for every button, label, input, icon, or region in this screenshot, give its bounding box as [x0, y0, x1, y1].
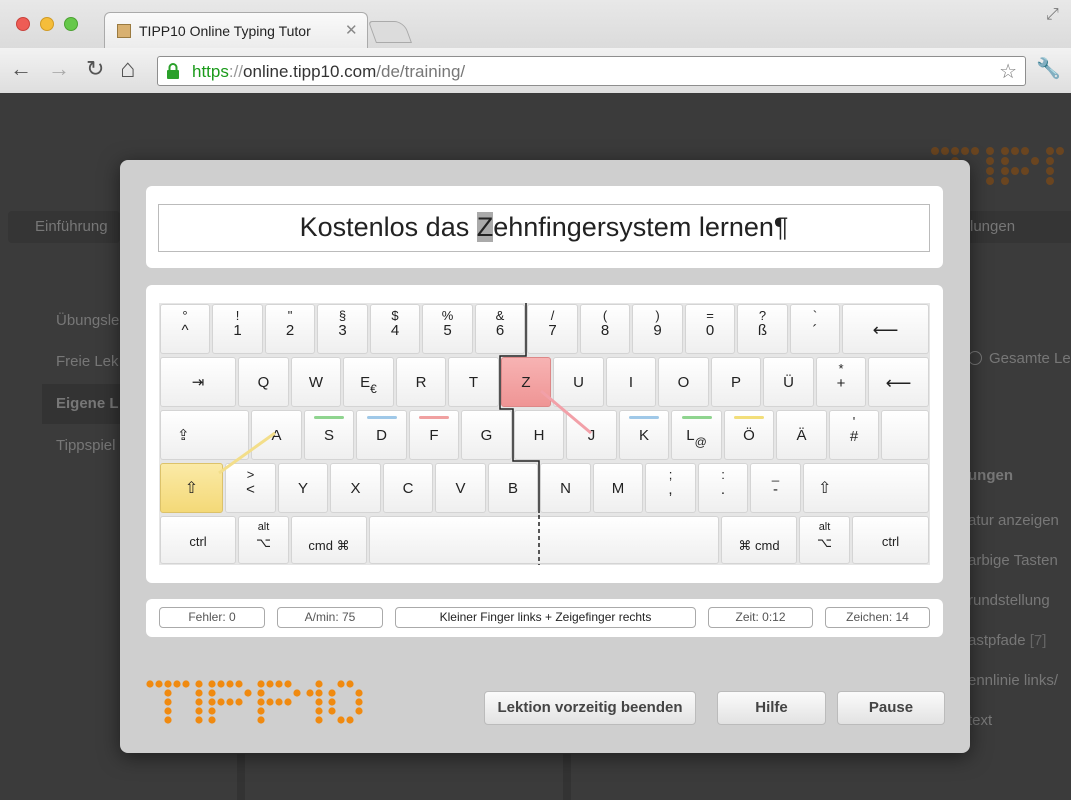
bg-menu-item: Tippspiel: [56, 437, 116, 454]
bg-menu-item: Übungsle: [56, 312, 120, 329]
tipp10-logo: [146, 680, 363, 724]
minimize-window-button[interactable]: [40, 17, 54, 31]
finger-path-left: [218, 431, 276, 475]
hand-divider-line: [218, 303, 592, 565]
reload-icon[interactable]: ↻: [86, 56, 104, 82]
close-window-button[interactable]: [16, 17, 30, 31]
typing-trainer-dialog: Kostenlos das Zehnfingersystem lernen¶ °…: [120, 160, 970, 753]
finger-hint: Kleiner Finger links + Zeigefinger recht…: [395, 607, 696, 628]
bg-column-line: [237, 754, 245, 800]
bg-radio-icon: [968, 351, 982, 365]
bg-menu-item: Freie Lek: [56, 353, 119, 370]
time-counter: Zeit: 0:12: [708, 607, 813, 628]
address-bar[interactable]: https://online.tipp10.com/de/training/ ☆: [157, 56, 1026, 86]
end-lesson-button[interactable]: Lektion vorzeitig beenden: [484, 691, 696, 725]
browser-toolbar: ← → ↻ ⌂ https://online.tipp10.com/de/tra…: [0, 48, 1071, 93]
lesson-text-panel: Kostenlos das Zehnfingersystem lernen¶: [146, 186, 943, 268]
bg-column-line: [563, 754, 571, 800]
back-icon[interactable]: ←: [10, 56, 32, 82]
bg-menu-item: Eigene L: [56, 395, 119, 412]
pause-button[interactable]: Pause: [837, 691, 945, 725]
browser-tab[interactable]: TIPP10 Online Typing Tutor ✕: [104, 12, 368, 48]
lesson-text: Kostenlos das Zehnfingersystem lernen¶: [299, 212, 789, 242]
speed-counter: A/min: 75: [277, 607, 383, 628]
virtual-keyboard: ° ^ ! 1 " 2 § 3 $4 % 5 & 6 /7 (8 ) 9 = 0 ? ß ` ´ ⟵…: [159, 303, 930, 565]
current-char: Z: [476, 212, 494, 242]
tab-close-icon[interactable]: ✕: [345, 21, 358, 39]
bg-right-item: astpfade [7]: [968, 632, 1047, 649]
bg-right-heading: ungen: [968, 467, 1013, 484]
home-icon[interactable]: ⌂: [120, 53, 136, 84]
favicon-icon: [117, 24, 131, 38]
bg-right-item: text: [968, 712, 993, 729]
chars-counter: Zeichen: 14: [825, 607, 930, 628]
keyboard-panel: ° ^ ! 1 " 2 § 3 $4 % 5 & 6 /7 (8 ) 9 = 0 ? ß ` ´ ⟵…: [146, 285, 943, 583]
lock-icon: [167, 63, 179, 79]
zoom-window-button[interactable]: [64, 17, 78, 31]
bg-nav-last: lungen: [970, 218, 1016, 235]
bg-right-item: atur anzeigen: [968, 512, 1059, 529]
finger-path-right: [540, 389, 592, 435]
forward-icon[interactable]: →: [48, 56, 70, 82]
browser-chrome: ⤢ TIPP10 Online Typing Tutor ✕ ← → ↻ ⌂ h…: [0, 0, 1071, 93]
status-panel: Fehler: 0 A/min: 75 Kleiner Finger links…: [146, 599, 943, 637]
tab-title: TIPP10 Online Typing Tutor: [139, 23, 311, 39]
new-tab-button[interactable]: [367, 21, 413, 43]
help-button[interactable]: Hilfe: [717, 691, 826, 725]
fullscreen-icon[interactable]: ⤢: [1046, 6, 1059, 24]
lesson-text-box: Kostenlos das Zehnfingersystem lernen¶: [158, 204, 930, 252]
bg-right-item: rundstellung: [968, 592, 1050, 609]
bookmark-star-icon[interactable]: ☆: [999, 59, 1017, 84]
bg-nav-first: Einführung: [35, 218, 108, 235]
bg-radio-label: Gesamte Le: [989, 350, 1071, 367]
bg-right-item: ennlinie links/: [968, 672, 1059, 689]
bg-right-item: arbige Tasten: [968, 552, 1058, 569]
wrench-icon[interactable]: 🔧: [1036, 56, 1061, 81]
errors-counter: Fehler: 0: [159, 607, 265, 628]
url-text: https://online.tipp10.com/de/training/: [192, 62, 466, 81]
